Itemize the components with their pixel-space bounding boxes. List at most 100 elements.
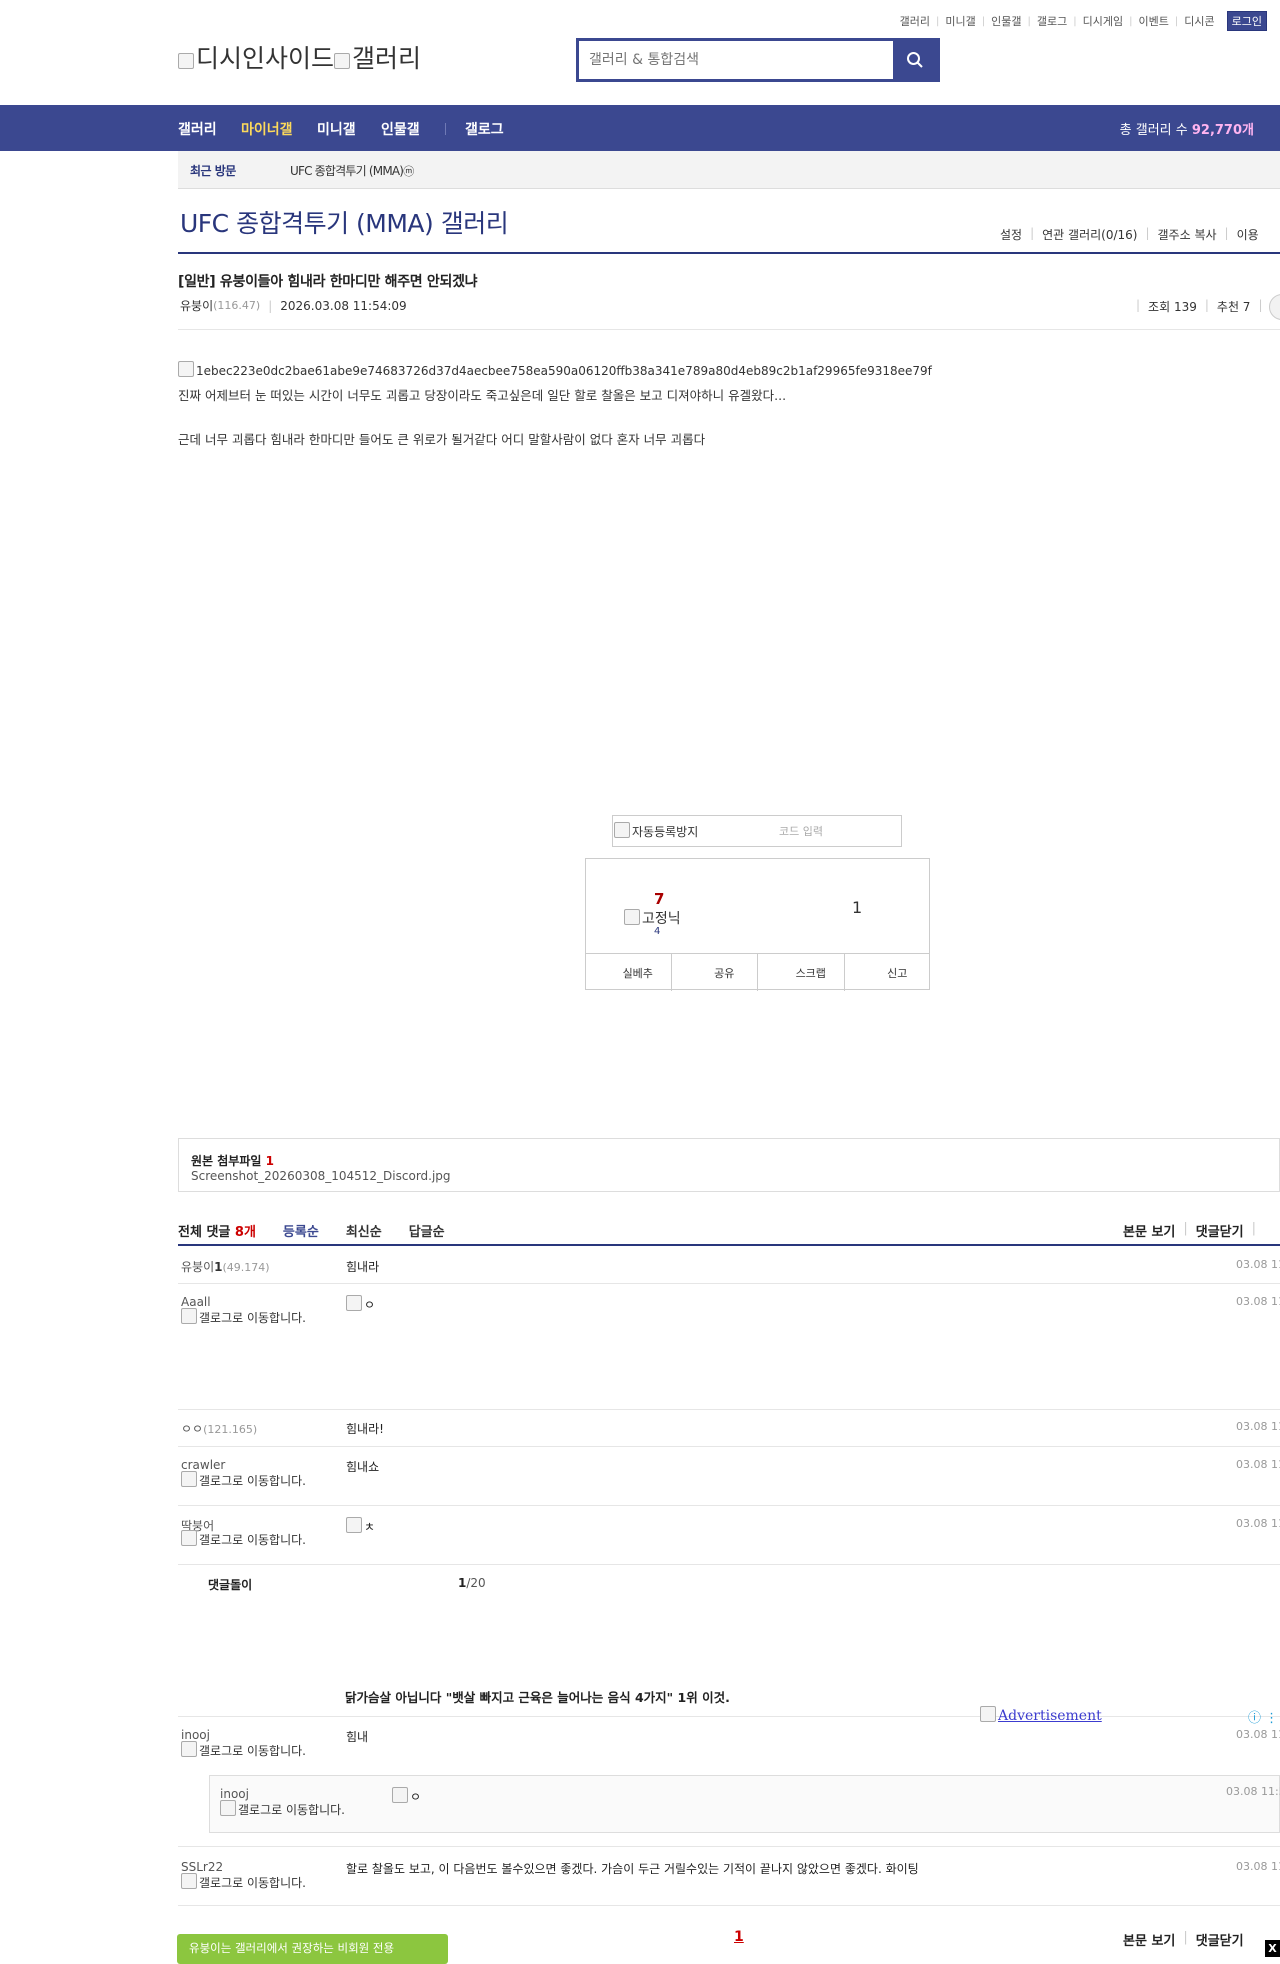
comment-author[interactable]: 유붕이1(49.174): [181, 1258, 270, 1275]
captcha-input[interactable]: 코드 입력: [779, 823, 823, 839]
comment-page-count: 1/20: [458, 1576, 486, 1590]
view-body-link-bottom[interactable]: 본문 보기: [1123, 1930, 1175, 1949]
close-comments-link[interactable]: 댓글닫기: [1196, 1221, 1244, 1240]
gallog-icon[interactable]: 갤로그로 이동합니다.: [181, 1471, 311, 1487]
comment-text: 할로 찰올도 보고, 이 다음번도 볼수있으면 좋겠다. 가슴이 두근 거릴수있…: [346, 1862, 919, 1876]
comment-date: 03.08 11: [1236, 1860, 1280, 1873]
meta-rule: [178, 329, 1280, 330]
reply-author[interactable]: inooj: [220, 1787, 249, 1801]
guest-notice-button[interactable]: 유붕이는 갤러리에서 권장하는 비회원 전용: [177, 1934, 448, 1964]
site-logo[interactable]: 디시인사이드 갤러리: [178, 39, 421, 75]
comment-header-links: 본문 보기 | 댓글닫기 |: [1123, 1221, 1256, 1240]
comment-text: 힘내: [346, 1730, 369, 1744]
close-ad-button[interactable]: X: [1265, 1940, 1280, 1957]
sort-latest[interactable]: 최신순: [346, 1221, 382, 1240]
gallery-tools: 설정 | 연관 갤러리(0/16) | 갤주소 복사 | 이용: [1000, 226, 1259, 243]
post-body-line-1: 진짜 어제브터 눈 떠있는 시간이 너무도 괴롭고 당장이라도 죽고싶은데 일단…: [178, 388, 787, 403]
captcha-image: 자동등록방지: [613, 822, 759, 840]
comment-date: 03.08 11: [1236, 1258, 1280, 1271]
report-button[interactable]: 신고: [845, 954, 931, 991]
usage-link[interactable]: 이용: [1237, 226, 1259, 243]
top-link-game[interactable]: 디시게임: [1083, 13, 1123, 29]
gallog-icon[interactable]: 갤로그로 이동합니다.: [181, 1741, 311, 1757]
logo-gallery-image[interactable]: 갤러리: [334, 44, 421, 73]
post-author-ip: (116.47): [213, 299, 261, 312]
comment-author[interactable]: Aaall: [181, 1295, 211, 1309]
comment-page-1[interactable]: 1: [734, 1929, 744, 1945]
close-comments-link-bottom[interactable]: 댓글닫기: [1196, 1930, 1244, 1949]
top-link-people[interactable]: 인물갤: [991, 13, 1021, 29]
recent-visit-item[interactable]: UFC 종합격투기 (MMA)ⓜ: [290, 162, 414, 179]
search-input[interactable]: [579, 41, 893, 79]
comment-dccon-image: ㅇ: [346, 1295, 375, 1313]
top-link-dccon[interactable]: 디시콘: [1184, 13, 1214, 29]
comment-row: [178, 1506, 1280, 1565]
gallog-icon[interactable]: 갤로그로 이동합니다.: [181, 1873, 311, 1889]
downvote-count: 1: [852, 898, 863, 917]
comment-row: [178, 1447, 1280, 1506]
comment-date: 03.08 11: [1236, 1517, 1280, 1530]
upvote-count: 7: [654, 890, 665, 908]
nav-minor-gallery[interactable]: 마이너갤: [241, 119, 293, 139]
post-body-line-2: 근데 너무 괴롭다 힘내라 한마디만 들어도 큰 위로가 될거같다 어디 말할사…: [178, 432, 706, 447]
captcha-box: 자동등록방지 코드 입력: [612, 815, 902, 847]
comment-row: [178, 1410, 1280, 1447]
comment-row: [178, 1246, 1280, 1284]
view-count: 조회 139: [1148, 300, 1197, 314]
nav-gallog[interactable]: 갤로그: [465, 119, 504, 139]
ad-headline[interactable]: 닭가슴살 아닙니다 "뱃살 빠지고 근육은 늘어나는 음식 4가지" 1위 이것…: [345, 1687, 730, 1706]
cleanbot-label[interactable]: 댓글돌이: [208, 1576, 252, 1593]
nav-mini-gallery[interactable]: 미니갤: [317, 119, 356, 139]
fixed-user-count: 4: [654, 926, 661, 937]
post-date: 2026.03.08 11:54:09: [280, 298, 407, 313]
post-meta: 유붕이 (116.47) | 2026.03.08 11:54:09: [180, 297, 407, 314]
fixed-user-icon: 고정닉: [624, 908, 681, 928]
login-button[interactable]: 로그인: [1226, 11, 1267, 31]
gallery-title[interactable]: UFC 종합격투기 (MMA) 갤러리: [180, 204, 509, 240]
attachment-label: 원본 첨부파일 1: [191, 1154, 274, 1168]
comment-author[interactable]: ㅇㅇ(121.165): [181, 1420, 257, 1437]
best-recommend-button[interactable]: 실베추: [585, 954, 672, 991]
top-link-gallery[interactable]: 갤러리: [900, 13, 930, 29]
sort-reply[interactable]: 답글순: [409, 1221, 445, 1240]
gallog-icon[interactable]: 갤로그로 이동합니다.: [220, 1800, 350, 1816]
gallog-icon[interactable]: 갤로그로 이동합니다.: [181, 1530, 311, 1546]
logo-image[interactable]: 디시인사이드: [178, 44, 334, 73]
comment-text: 힘내라: [346, 1260, 380, 1274]
comment-date: 03.08 11: [1236, 1728, 1280, 1741]
comment-text: 힘내쇼: [346, 1460, 380, 1474]
copy-address-link[interactable]: 갤주소 복사: [1158, 226, 1217, 243]
search-button[interactable]: [893, 41, 937, 79]
footer-links: 본문 보기 | 댓글닫기: [1123, 1930, 1244, 1949]
share-button[interactable]: 공유: [672, 954, 758, 991]
reply-dccon-image: ㅇ: [392, 1787, 421, 1805]
nav-divider: [445, 123, 446, 135]
comment-author[interactable]: inooj: [181, 1728, 210, 1742]
attachment-file[interactable]: Screenshot_20260308_104512_Discord.jpg: [191, 1169, 451, 1183]
total-count-value: 92,770개: [1191, 123, 1254, 138]
comment-count-circle[interactable]: [1269, 294, 1280, 320]
post-image[interactable]: 1ebec223e0dc2bae61abe9e74683726d37d4aecb…: [178, 361, 932, 378]
post-author[interactable]: 유붕이: [180, 297, 213, 314]
related-gallery-link[interactable]: 연관 갤러리(0/16): [1042, 226, 1137, 243]
scrap-button[interactable]: 스크랩: [758, 954, 845, 991]
comment-date: 03.08 11: [1236, 1420, 1280, 1433]
top-link-gallog[interactable]: 갤로그: [1037, 13, 1067, 29]
view-body-link[interactable]: 본문 보기: [1123, 1221, 1175, 1240]
nav-people-gallery[interactable]: 인물갤: [381, 119, 420, 139]
comment-author[interactable]: crawler: [181, 1458, 225, 1472]
top-link-event[interactable]: 이벤트: [1139, 13, 1169, 29]
comment-total-count: 8개: [234, 1225, 256, 1240]
nav-gallery[interactable]: 갤러리: [178, 119, 217, 139]
sort-registered[interactable]: 등록순: [283, 1221, 319, 1240]
attachment-count: 1: [265, 1154, 274, 1168]
settings-link[interactable]: 설정: [1000, 226, 1022, 243]
comment-author[interactable]: SSLr22: [181, 1860, 223, 1874]
top-link-minigall[interactable]: 미니갤: [945, 13, 975, 29]
recommend-count: 추천 7: [1216, 300, 1251, 314]
top-links: 갤러리 | 미니갤 | 인물갤 | 갤로그 | 디시게임 | 이벤트 | 디시콘 로그인: [0, 11, 1280, 31]
gallog-icon[interactable]: 갤로그로 이동합니다.: [181, 1308, 311, 1324]
comment-date: 03.08 11: [1236, 1295, 1280, 1308]
comment-row: [178, 1284, 1280, 1410]
comment-row: [178, 1717, 1280, 1775]
